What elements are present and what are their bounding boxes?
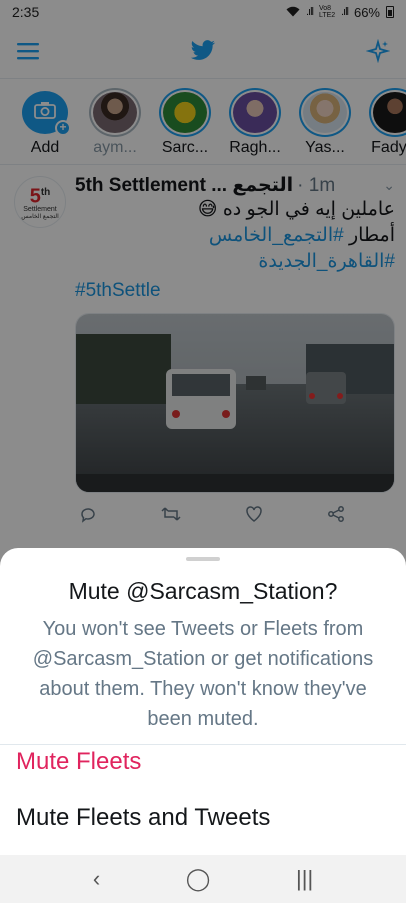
sheet-divider bbox=[0, 744, 406, 745]
mute-fleets-option[interactable]: Mute Fleets bbox=[16, 748, 141, 776]
sheet-title: Mute @Sarcasm_Station? bbox=[68, 578, 338, 604]
recents-icon[interactable]: ||| bbox=[296, 866, 313, 892]
sheet-description: You won't see Tweets or Fleets from @Sar… bbox=[32, 618, 374, 730]
back-icon[interactable]: ‹ bbox=[93, 866, 100, 892]
sheet-drag-handle[interactable] bbox=[186, 557, 220, 561]
mute-bottom-sheet: Mute @Sarcasm_Station? You won't see Twe… bbox=[0, 548, 406, 855]
system-nav-bar: ‹ ◯ ||| bbox=[0, 855, 406, 903]
mute-fleets-and-tweets-option[interactable]: Mute Fleets and Tweets bbox=[16, 804, 270, 832]
home-icon[interactable]: ◯ bbox=[186, 866, 211, 892]
